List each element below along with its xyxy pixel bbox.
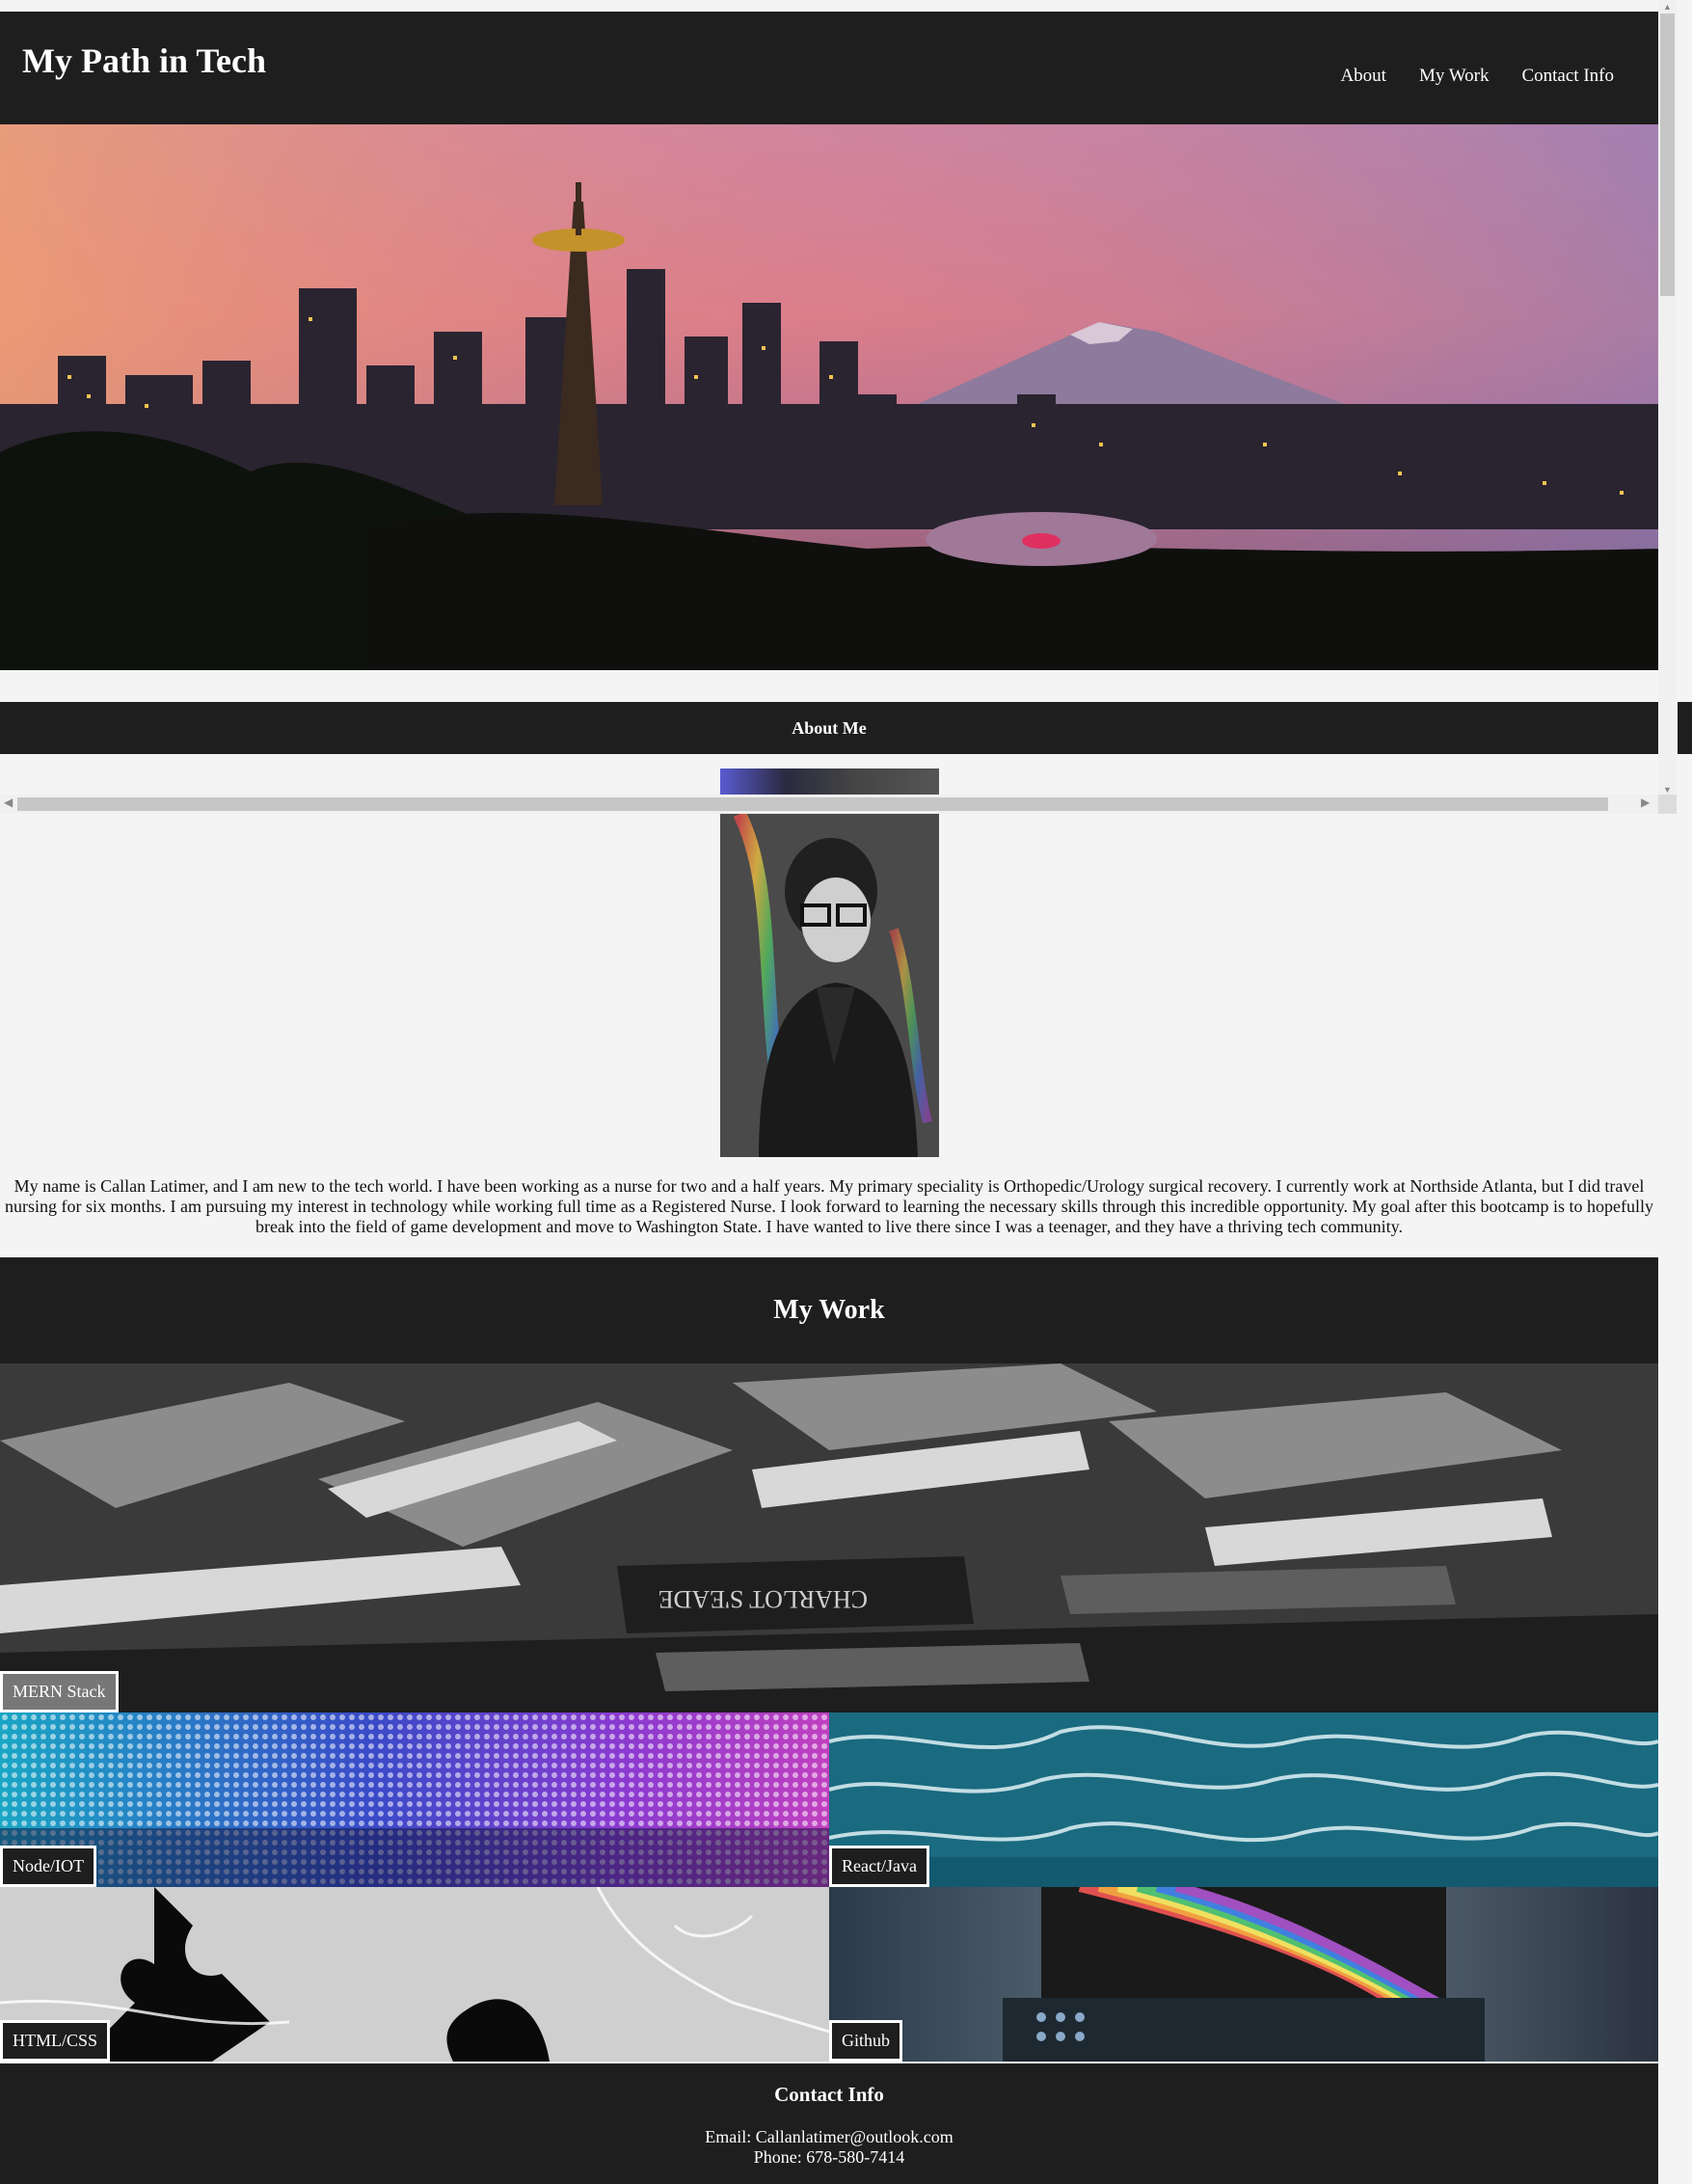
tile-label-html-css[interactable]: HTML/CSS [0,2020,111,2062]
profile-photo [720,814,939,1157]
tile-label-github[interactable]: Github [829,2020,903,2062]
project-tile-mern-stack[interactable]: CHARLOT S'EADE MERN Stack [0,1363,1658,1712]
my-work-heading: My Work [0,1257,1658,1363]
project-tile-react-java[interactable]: React/Java [829,1712,1658,1887]
hero-skyline-image [0,124,1658,670]
ocean-waves-image [829,1712,1658,1887]
scroll-down-arrow-icon[interactable]: ▼ [1663,785,1672,795]
site-title: My Path in Tech [22,41,267,80]
project-tile-html-css[interactable]: HTML/CSS [0,1887,829,2062]
scroll-up-arrow-icon[interactable]: ▲ [1663,2,1672,12]
nav-link-about[interactable]: About [1340,66,1386,87]
puzzle-pieces-image [0,1887,829,2062]
laptop-rainbow-image [829,1887,1658,2062]
my-work-heading-text: My Work [773,1295,885,1325]
scrollbar-thumb[interactable] [1660,13,1675,296]
about-text: My name is Callan Latimer, and I am new … [4,1176,1653,1236]
nav-link-contact-info[interactable]: Contact Info [1521,66,1614,87]
books-image: CHARLOT S'EADE [0,1363,1658,1712]
site-header: My Path in Tech About My Work Contact In… [0,12,1658,124]
tile-label-node-iot[interactable]: Node/IOT [0,1846,96,1887]
about-heading: About Me [0,702,1658,754]
scroll-right-arrow-icon[interactable]: ▶ [1641,795,1650,810]
led-dots-image [0,1712,829,1887]
vertical-scrollbar[interactable]: ▲ ▼ [1658,0,1677,795]
side-tab [1678,702,1692,754]
about-heading-text: About Me [792,717,867,738]
contact-section: Contact Info Email: Callanlatimer@outloo… [0,2063,1658,2184]
scroll-left-arrow-icon[interactable]: ◀ [4,795,13,810]
tile-label-react-java[interactable]: React/Java [829,1846,929,1887]
svg-text:CHARLOT S'EADE: CHARLOT S'EADE [658,1585,868,1613]
horizontal-scrollbar[interactable]: ◀ ▶ [0,795,1677,814]
tile-label-mern-stack[interactable]: MERN Stack [0,1671,119,1712]
scrollbar-corner [1658,795,1677,814]
contact-heading: Contact Info [774,2083,884,2106]
nav-link-my-work[interactable]: My Work [1419,66,1490,87]
project-tile-node-iot[interactable]: Node/IOT [0,1712,829,1887]
project-tile-github[interactable]: Github [829,1887,1658,2062]
contact-phone: Phone: 678-580-7414 [753,2147,905,2167]
contact-email: Email: Callanlatimer@outlook.com [705,2127,953,2146]
horizontal-scrollbar-thumb[interactable] [17,797,1608,811]
top-strip [0,0,1658,12]
main-nav: About My Work Contact Info [1340,66,1614,87]
profile-photo-top-edge [720,768,939,795]
